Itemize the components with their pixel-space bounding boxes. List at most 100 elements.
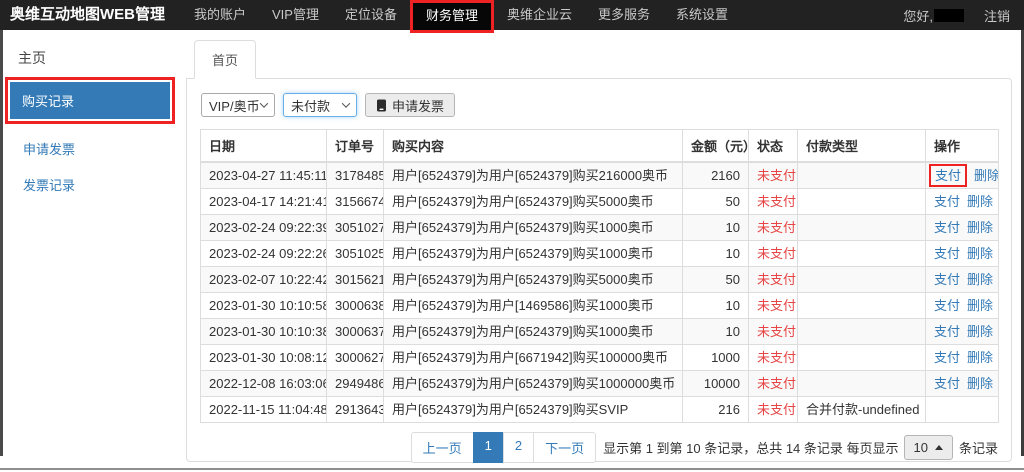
page-2-button[interactable]: 2 — [503, 432, 534, 463]
col-order: 订单号 — [327, 130, 384, 163]
page-size-select[interactable]: 10 — [904, 435, 953, 460]
cell-actions: 支付删除 — [926, 215, 999, 241]
cell-actions: 支付删除 — [926, 371, 999, 397]
cell-amount: 50 — [683, 189, 749, 215]
delete-link[interactable]: 删除 — [967, 272, 993, 287]
username-redaction — [934, 9, 964, 22]
tab-home[interactable]: 首页 — [194, 40, 256, 79]
sidebar-header: 主页 — [18, 48, 185, 68]
chevron-down-icon — [260, 99, 268, 107]
delete-link[interactable]: 删除 — [967, 324, 993, 339]
nav-item-finance[interactable]: 财务管理 — [410, 0, 494, 33]
cell-amount: 2160 — [683, 162, 749, 189]
table-row: 2023-02-07 10:22:42 3015621 用户[6524379]为… — [201, 267, 999, 293]
cell-amount: 10 — [683, 319, 749, 345]
cell-status: 未支付 — [749, 319, 798, 345]
table-row: 2023-01-30 10:08:12 3000627 用户[6524379]为… — [201, 345, 999, 371]
cell-content: 用户[6524379]为用户[6671942]购买100000奥币 — [384, 345, 683, 371]
delete-link[interactable]: 删除 — [967, 246, 993, 261]
nav-item-enterprise[interactable]: 奥维企业云 — [494, 0, 585, 30]
cell-actions: 支付删除 — [926, 241, 999, 267]
nav-item-my-account[interactable]: 我的账户 — [181, 0, 259, 30]
table-row: 2023-01-30 10:10:58 3000638 用户[6524379]为… — [201, 293, 999, 319]
cell-date: 2023-01-30 10:08:12 — [201, 345, 327, 371]
nav-item-settings[interactable]: 系统设置 — [663, 0, 741, 30]
pay-link[interactable]: 支付 — [934, 376, 960, 391]
cell-actions: 支付删除 — [926, 293, 999, 319]
pay-link[interactable]: 支付 — [935, 168, 961, 183]
pay-link[interactable]: 支付 — [934, 324, 960, 339]
cell-status: 未支付 — [749, 189, 798, 215]
cell-actions: 支付删除 — [926, 189, 999, 215]
nav-item-devices[interactable]: 定位设备 — [332, 0, 410, 30]
table-row: 2023-02-24 09:22:39 3051027 用户[6524379]为… — [201, 215, 999, 241]
tab-strip: 首页 — [186, 44, 1012, 78]
cell-status: 未支付 — [749, 293, 798, 319]
sidebar-item-purchase-records[interactable]: 购买记录 — [10, 82, 170, 119]
page-size-value: 10 — [914, 440, 928, 455]
cell-date: 2023-02-24 09:22:39 — [201, 215, 327, 241]
status-select[interactable]: 未付款 — [283, 93, 357, 117]
pay-link[interactable]: 支付 — [934, 298, 960, 313]
nav-item-vip[interactable]: VIP管理 — [259, 0, 332, 30]
caret-up-icon — [935, 445, 943, 450]
request-invoice-button[interactable]: 申请发票 — [365, 93, 455, 117]
cell-status: 未支付 — [749, 397, 798, 423]
cell-amount: 10 — [683, 241, 749, 267]
nav-item-more[interactable]: 更多服务 — [585, 0, 663, 30]
pay-link[interactable]: 支付 — [934, 272, 960, 287]
table-row: 2022-12-08 16:03:06 2949486 用户[6524379]为… — [201, 371, 999, 397]
next-page-button[interactable]: 下一页 — [533, 432, 596, 463]
table-row: 2023-01-30 10:10:38 3000637 用户[6524379]为… — [201, 319, 999, 345]
pay-link[interactable]: 支付 — [934, 194, 960, 209]
pay-link[interactable]: 支付 — [934, 246, 960, 261]
greeting-text: 您好, — [903, 6, 933, 25]
cell-date: 2023-01-30 10:10:38 — [201, 319, 327, 345]
sidebar-item-invoice-records[interactable]: 发票记录 — [23, 175, 185, 194]
cell-order: 3000638 — [327, 293, 384, 319]
delete-link[interactable]: 删除 — [974, 168, 998, 183]
annotation-box-purchase-records: 购买记录 — [5, 77, 175, 124]
page-1-button[interactable]: 1 — [473, 432, 504, 463]
delete-link[interactable]: 删除 — [967, 298, 993, 313]
top-navbar: 奥维互动地图WEB管理 我的账户 VIP管理 定位设备 财务管理 奥维企业云 更… — [0, 0, 1024, 30]
table-row: 2023-04-27 11:45:11 3178485 用户[6524379]为… — [201, 162, 999, 189]
delete-link[interactable]: 删除 — [967, 194, 993, 209]
invoice-icon — [376, 99, 387, 112]
col-date: 日期 — [201, 130, 327, 163]
cell-content: 用户[6524379]为用户[6524379]购买1000奥币 — [384, 241, 683, 267]
user-greeting: 您好, — [903, 6, 964, 25]
logout-link[interactable]: 注销 — [984, 6, 1010, 25]
category-select[interactable]: VIP/奥币 — [201, 93, 275, 117]
cell-paytype — [798, 345, 926, 371]
cell-content: 用户[6524379]为用户[6524379]购买216000奥币 — [384, 162, 683, 189]
cell-actions: 支付删除 — [926, 267, 999, 293]
window-edge-bottom — [0, 468, 1024, 470]
pay-link[interactable]: 支付 — [934, 220, 960, 235]
delete-link[interactable]: 删除 — [967, 350, 993, 365]
delete-link[interactable]: 删除 — [967, 220, 993, 235]
cell-order: 3178485 — [327, 162, 384, 189]
cell-paytype — [798, 319, 926, 345]
pay-link[interactable]: 支付 — [934, 350, 960, 365]
chevron-down-icon — [342, 99, 350, 107]
cell-order: 2949486 — [327, 371, 384, 397]
cell-date: 2023-04-17 14:21:41 — [201, 189, 327, 215]
request-invoice-label: 申请发票 — [392, 96, 444, 115]
cell-content: 用户[6524379]为用户[6524379]购买1000000奥币 — [384, 371, 683, 397]
cell-content: 用户[6524379]为用户[6524379]购买1000奥币 — [384, 319, 683, 345]
prev-page-button[interactable]: 上一页 — [411, 432, 474, 463]
table-row: 2023-02-24 09:22:26 3051025 用户[6524379]为… — [201, 241, 999, 267]
cell-date: 2023-01-30 10:10:58 — [201, 293, 327, 319]
main-panel: 首页 VIP/奥币 未付款 申请发票 日期 — [186, 44, 1012, 462]
col-actions: 操作 — [926, 130, 999, 163]
delete-link[interactable]: 删除 — [967, 376, 993, 391]
cell-status: 未支付 — [749, 345, 798, 371]
cell-content: 用户[6524379]为用户[6524379]购买1000奥币 — [384, 215, 683, 241]
app-brand[interactable]: 奥维互动地图WEB管理 — [0, 0, 175, 30]
cell-paytype: 合并付款-undefined — [798, 397, 926, 423]
cell-amount: 10000 — [683, 371, 749, 397]
sidebar-item-request-invoice[interactable]: 申请发票 — [23, 139, 185, 158]
cell-content: 用户[6524379]为用户[6524379]购买5000奥币 — [384, 267, 683, 293]
cell-content: 用户[6524379]为用户[6524379]购买SVIP — [384, 397, 683, 423]
